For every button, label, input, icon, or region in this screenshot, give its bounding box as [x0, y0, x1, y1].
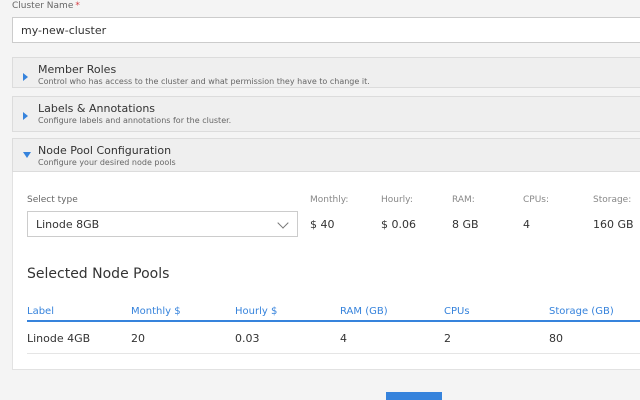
spec-header-storage: Storage:: [593, 195, 632, 205]
column-header-storage[interactable]: Storage (GB): [549, 306, 614, 317]
select-type-label: Select type: [27, 195, 78, 205]
member-roles-title: Member Roles: [38, 63, 117, 76]
spec-value-hourly: $ 0.06: [381, 218, 416, 231]
spec-header-cpus: CPUs:: [523, 195, 550, 205]
table-cell-monthly: 20: [131, 332, 145, 345]
column-header-hourly[interactable]: Hourly $: [235, 306, 277, 317]
caret-right-icon: [23, 112, 28, 120]
column-header-cpus[interactable]: CPUs: [444, 306, 470, 317]
labels-annotations-description: Configure labels and annotations for the…: [38, 116, 232, 125]
table-cell-storage: 80: [549, 332, 563, 345]
spec-header-ram: RAM:: [452, 195, 475, 205]
labels-annotations-panel-header[interactable]: Labels & Annotations Configure labels an…: [13, 97, 640, 131]
table-cell-hourly: 0.03: [235, 332, 260, 345]
node-type-select-value: Linode 8GB: [36, 218, 100, 231]
node-pool-configuration-body: Select type Linode 8GB Monthly: Hourly: …: [12, 172, 640, 370]
column-header-ram[interactable]: RAM (GB): [340, 306, 388, 317]
labels-annotations-panel: Labels & Annotations Configure labels an…: [12, 96, 640, 132]
spec-value-cpus: 4: [523, 218, 530, 231]
table-cell-ram: 4: [340, 332, 347, 345]
table-cell-cpus: 2: [444, 332, 451, 345]
table-row-divider: [27, 353, 640, 354]
caret-down-icon: [23, 152, 31, 158]
node-pool-configuration-description: Configure your desired node pools: [38, 158, 176, 167]
table-header-divider: [27, 320, 640, 322]
caret-right-icon: [23, 73, 28, 81]
spec-value-ram: 8 GB: [452, 218, 479, 231]
node-pool-configuration-panel: Node Pool Configuration Configure your d…: [12, 138, 640, 172]
labels-annotations-title: Labels & Annotations: [38, 102, 156, 115]
required-asterisk: *: [75, 1, 80, 11]
cluster-name-input[interactable]: [12, 17, 640, 43]
column-header-label[interactable]: Label: [27, 306, 54, 317]
create-cluster-button[interactable]: [386, 392, 442, 400]
member-roles-panel-header[interactable]: Member Roles Control who has access to t…: [13, 58, 640, 87]
cluster-name-label-text: Cluster Name: [12, 1, 74, 11]
spec-header-monthly: Monthly:: [310, 195, 349, 205]
member-roles-description: Control who has access to the cluster an…: [38, 77, 370, 86]
chevron-down-icon: [277, 217, 289, 229]
table-cell-label: Linode 4GB: [27, 332, 91, 345]
spec-value-monthly: $ 40: [310, 218, 335, 231]
node-type-select[interactable]: Linode 8GB: [27, 211, 298, 237]
node-pool-configuration-title: Node Pool Configuration: [38, 144, 172, 157]
column-header-monthly[interactable]: Monthly $: [131, 306, 181, 317]
selected-node-pools-title: Selected Node Pools: [27, 266, 170, 282]
cluster-name-label: Cluster Name *: [12, 1, 80, 11]
spec-header-hourly: Hourly:: [381, 195, 413, 205]
member-roles-panel: Member Roles Control who has access to t…: [12, 57, 640, 88]
node-pool-configuration-panel-header[interactable]: Node Pool Configuration Configure your d…: [13, 139, 640, 171]
spec-value-storage: 160 GB: [593, 218, 634, 231]
